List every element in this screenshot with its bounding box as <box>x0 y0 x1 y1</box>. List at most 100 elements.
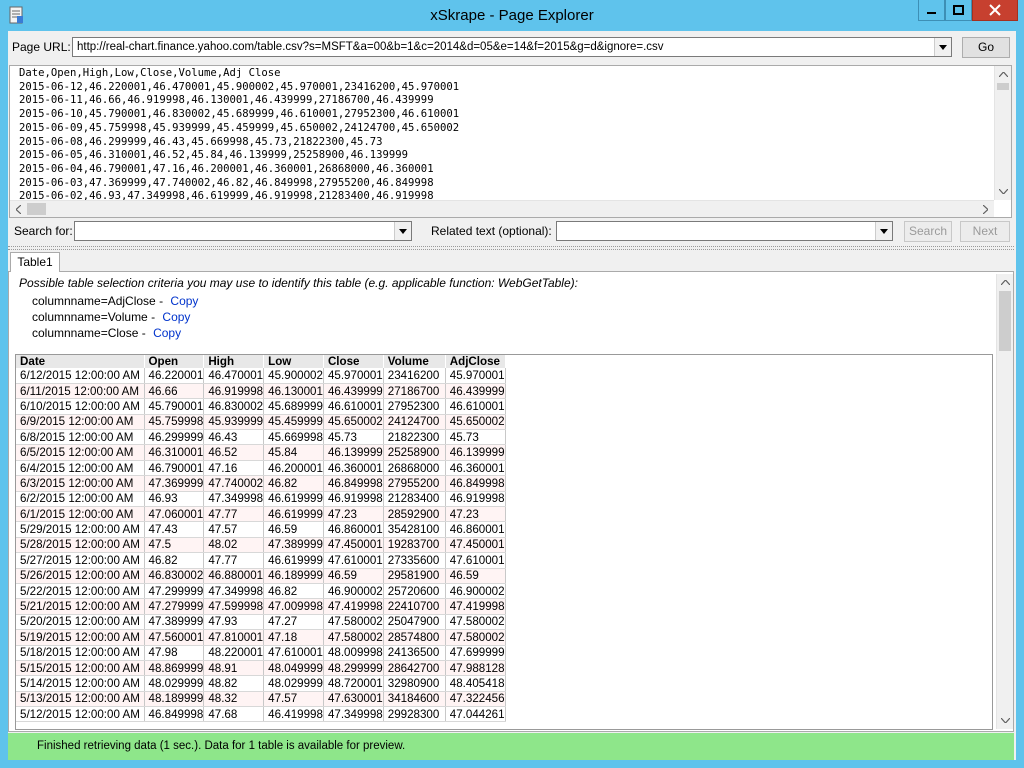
table-cell[interactable]: 46.919998 <box>203 383 265 400</box>
table-cell[interactable]: 45.650002 <box>445 414 506 431</box>
table-cell[interactable]: 6/2/2015 12:00:00 AM <box>16 491 145 508</box>
table-cell[interactable]: 45.790001 <box>144 398 205 415</box>
table-cell[interactable]: 46.619999 <box>263 506 324 523</box>
table-cell[interactable]: 48.299999 <box>323 660 384 677</box>
panel-vscroll-thumb[interactable] <box>999 291 1011 351</box>
table-cell[interactable]: 26868000 <box>383 460 446 477</box>
table-row[interactable]: 5/18/2015 12:00:00 AM 47.98 48.220001 47.61… <box>16 645 506 661</box>
table-cell[interactable]: 47.580002 <box>323 614 384 631</box>
table-cell[interactable]: 48.009998 <box>323 645 384 661</box>
table-cell[interactable]: 47.279999 <box>144 598 205 615</box>
scroll-down-icon[interactable] <box>997 712 1014 729</box>
table-row[interactable]: 6/3/2015 12:00:00 AM 47.369999 47.740002 46… <box>16 475 506 492</box>
table-cell[interactable]: 47.044261 <box>445 706 506 723</box>
table-cell[interactable]: 47.77 <box>203 506 265 523</box>
table-cell[interactable]: 46.470001 <box>203 368 265 384</box>
table-cell[interactable]: 27335600 <box>383 552 446 569</box>
table-cell[interactable]: 47.419998 <box>323 598 384 615</box>
table-cell[interactable]: 25720600 <box>383 583 446 600</box>
table-cell[interactable]: 46.419998 <box>263 706 324 723</box>
table-cell[interactable]: 46.619999 <box>263 552 324 569</box>
copy-link[interactable]: Copy <box>153 326 181 340</box>
panel-vertical-scrollbar[interactable] <box>996 274 1013 729</box>
table-cell[interactable]: 46.439999 <box>445 383 506 400</box>
table-cell[interactable]: 47.389999 <box>144 614 205 631</box>
table-cell[interactable]: 46.82 <box>263 583 324 600</box>
table-cell[interactable]: 47.740002 <box>203 475 265 492</box>
table-cell[interactable]: 47.699999 <box>445 645 506 661</box>
panel-splitter[interactable] <box>8 246 1014 250</box>
column-header-adjclose[interactable]: AdjClose <box>445 355 506 368</box>
raw-horizontal-scrollbar[interactable] <box>10 200 994 217</box>
column-header-low[interactable]: Low <box>263 355 324 368</box>
title-bar[interactable]: xSkrape - Page Explorer <box>0 0 1024 31</box>
table-cell[interactable]: 48.720001 <box>323 675 384 692</box>
table-cell[interactable]: 46.830002 <box>144 568 205 584</box>
table-cell[interactable]: 47.610001 <box>323 552 384 569</box>
url-combobox[interactable]: http://real-chart.finance.yahoo.com/tabl… <box>72 37 952 57</box>
table-cell[interactable]: 48.220001 <box>203 645 265 661</box>
table-cell[interactable]: 45.939999 <box>203 414 265 431</box>
table-cell[interactable]: 5/27/2015 12:00:00 AM <box>16 552 145 569</box>
table-row[interactable]: 6/1/2015 12:00:00 AM 47.060001 47.77 46.619… <box>16 506 506 523</box>
table-cell[interactable]: 46.200001 <box>263 460 324 477</box>
raw-content-box[interactable]: Date,Open,High,Low,Close,Volume,Adj Clos… <box>9 65 1012 218</box>
table-cell[interactable]: 48.32 <box>203 691 265 708</box>
table-cell[interactable]: 46.919998 <box>323 491 384 508</box>
table-cell[interactable]: 5/22/2015 12:00:00 AM <box>16 583 145 600</box>
table-cell[interactable]: 5/21/2015 12:00:00 AM <box>16 598 145 615</box>
table-cell[interactable]: 27955200 <box>383 475 446 492</box>
table-cell[interactable]: 48.189999 <box>144 691 205 708</box>
table-cell[interactable]: 46.299999 <box>144 429 205 446</box>
table-cell[interactable]: 47.322456 <box>445 691 506 708</box>
table-cell[interactable]: 47.419998 <box>445 598 506 615</box>
table-cell[interactable]: 27186700 <box>383 383 446 400</box>
table-cell[interactable]: 47.610001 <box>263 645 324 661</box>
table-cell[interactable]: 19283700 <box>383 537 446 554</box>
table-cell[interactable]: 46.849998 <box>144 706 205 723</box>
table-cell[interactable]: 46.220001 <box>144 368 205 384</box>
table-cell[interactable]: 46.139999 <box>323 444 384 461</box>
table-cell[interactable]: 47.599998 <box>203 598 265 615</box>
scroll-up-icon[interactable] <box>997 274 1014 291</box>
table-cell[interactable]: 6/11/2015 12:00:00 AM <box>16 383 145 400</box>
table-cell[interactable]: 46.880001 <box>203 568 265 584</box>
table-cell[interactable]: 5/20/2015 12:00:00 AM <box>16 614 145 631</box>
table-row[interactable]: 5/21/2015 12:00:00 AM 47.279999 47.599998 4… <box>16 598 506 615</box>
table-cell[interactable]: 46.439999 <box>323 383 384 400</box>
table-cell[interactable]: 25258900 <box>383 444 446 461</box>
table-cell[interactable]: 23416200 <box>383 368 446 384</box>
table-row[interactable]: 6/5/2015 12:00:00 AM 46.310001 46.52 45.84 4… <box>16 444 506 461</box>
table-cell[interactable]: 45.689999 <box>263 398 324 415</box>
table-cell[interactable]: 28574800 <box>383 629 446 646</box>
copy-link[interactable]: Copy <box>170 294 198 308</box>
table-cell[interactable]: 32980900 <box>383 675 446 692</box>
table-cell[interactable]: 25047900 <box>383 614 446 631</box>
search-button[interactable]: Search <box>904 221 952 242</box>
raw-vertical-scrollbar[interactable] <box>994 66 1011 200</box>
table-cell[interactable]: 46.82 <box>263 475 324 492</box>
table-cell[interactable]: 46.310001 <box>144 444 205 461</box>
table-cell[interactable]: 47.77 <box>203 552 265 569</box>
table-cell[interactable]: 21822300 <box>383 429 446 446</box>
table-row[interactable]: 5/15/2015 12:00:00 AM 48.869999 48.91 48.04… <box>16 660 506 677</box>
url-dropdown-button[interactable] <box>934 38 951 56</box>
table-cell[interactable]: 48.405418 <box>445 675 506 692</box>
table-cell[interactable]: 5/13/2015 12:00:00 AM <box>16 691 145 708</box>
table-cell[interactable]: 45.73 <box>445 429 506 446</box>
table-cell[interactable]: 46.59 <box>323 568 384 584</box>
table-cell[interactable]: 46.139999 <box>445 444 506 461</box>
table-cell[interactable]: 48.029999 <box>263 675 324 692</box>
table-cell[interactable]: 46.919998 <box>445 491 506 508</box>
scroll-up-icon[interactable] <box>995 66 1012 83</box>
go-button[interactable]: Go <box>962 37 1010 58</box>
table-cell[interactable]: 46.900002 <box>323 583 384 600</box>
table-row[interactable]: 5/22/2015 12:00:00 AM 47.299999 47.349998 4… <box>16 583 506 600</box>
url-input[interactable]: http://real-chart.finance.yahoo.com/tabl… <box>77 41 664 53</box>
table-cell[interactable]: 48.91 <box>203 660 265 677</box>
scroll-left-icon[interactable] <box>10 201 27 218</box>
table-cell[interactable]: 45.459999 <box>263 414 324 431</box>
table-cell[interactable]: 22410700 <box>383 598 446 615</box>
table-cell[interactable]: 6/3/2015 12:00:00 AM <box>16 475 145 492</box>
table-cell[interactable]: 47.560001 <box>144 629 205 646</box>
